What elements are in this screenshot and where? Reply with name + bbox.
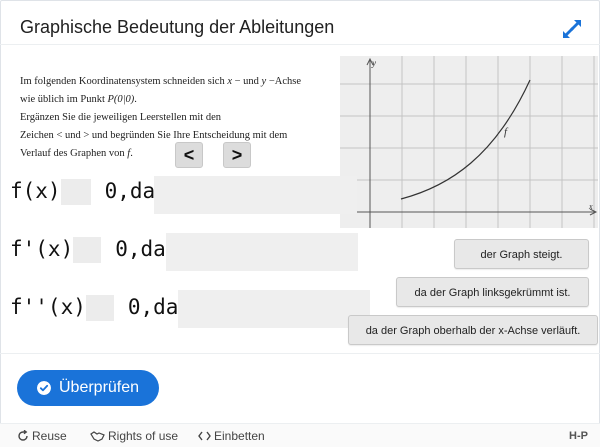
- bottom-bar: Reuse Rights of use Einbetten H-P: [0, 423, 600, 447]
- embed-link[interactable]: Einbetten: [198, 429, 265, 443]
- h5p-logo: H-P: [569, 430, 588, 442]
- x-axis-label: x: [588, 202, 593, 211]
- reuse-icon: [18, 429, 28, 441]
- expression-row-3: f''(x) 0,da: [10, 295, 179, 321]
- answer-dropzone-3[interactable]: [178, 290, 370, 328]
- answer-dropzone-2[interactable]: [166, 233, 358, 271]
- drop-slot-1[interactable]: [60, 179, 91, 205]
- footer-divider: [0, 353, 600, 354]
- less-than-button[interactable]: <: [175, 142, 203, 168]
- answer-dropzone-1[interactable]: [154, 176, 357, 214]
- expression-row-1: f(x) 0,da: [10, 179, 156, 205]
- check-button[interactable]: Überprüfen: [17, 370, 159, 406]
- fullscreen-icon[interactable]: [560, 17, 584, 41]
- drop-slot-3[interactable]: [85, 295, 114, 321]
- rights-of-use-link[interactable]: Rights of use: [90, 429, 178, 443]
- draggable-option-2[interactable]: da der Graph linksgekrümmt ist.: [396, 277, 589, 307]
- draggable-option-1[interactable]: der Graph steigt.: [454, 239, 589, 269]
- drop-slot-2[interactable]: [73, 237, 102, 263]
- header-divider: [0, 44, 600, 45]
- code-icon: [198, 431, 211, 441]
- greater-than-button[interactable]: >: [223, 142, 251, 168]
- handshake-icon: [90, 431, 105, 442]
- page-title: Graphische Bedeutung der Ableitungen: [20, 17, 335, 37]
- reuse-link[interactable]: Reuse: [17, 429, 67, 443]
- check-circle-icon: [37, 381, 51, 395]
- function-graph: y x f: [340, 56, 598, 228]
- draggable-option-3[interactable]: da der Graph oberhalb der x-Achse verläu…: [348, 315, 598, 345]
- y-axis-label: y: [371, 58, 376, 68]
- check-button-label: Überprüfen: [59, 379, 140, 396]
- expression-row-2: f'(x) 0,da: [10, 237, 166, 263]
